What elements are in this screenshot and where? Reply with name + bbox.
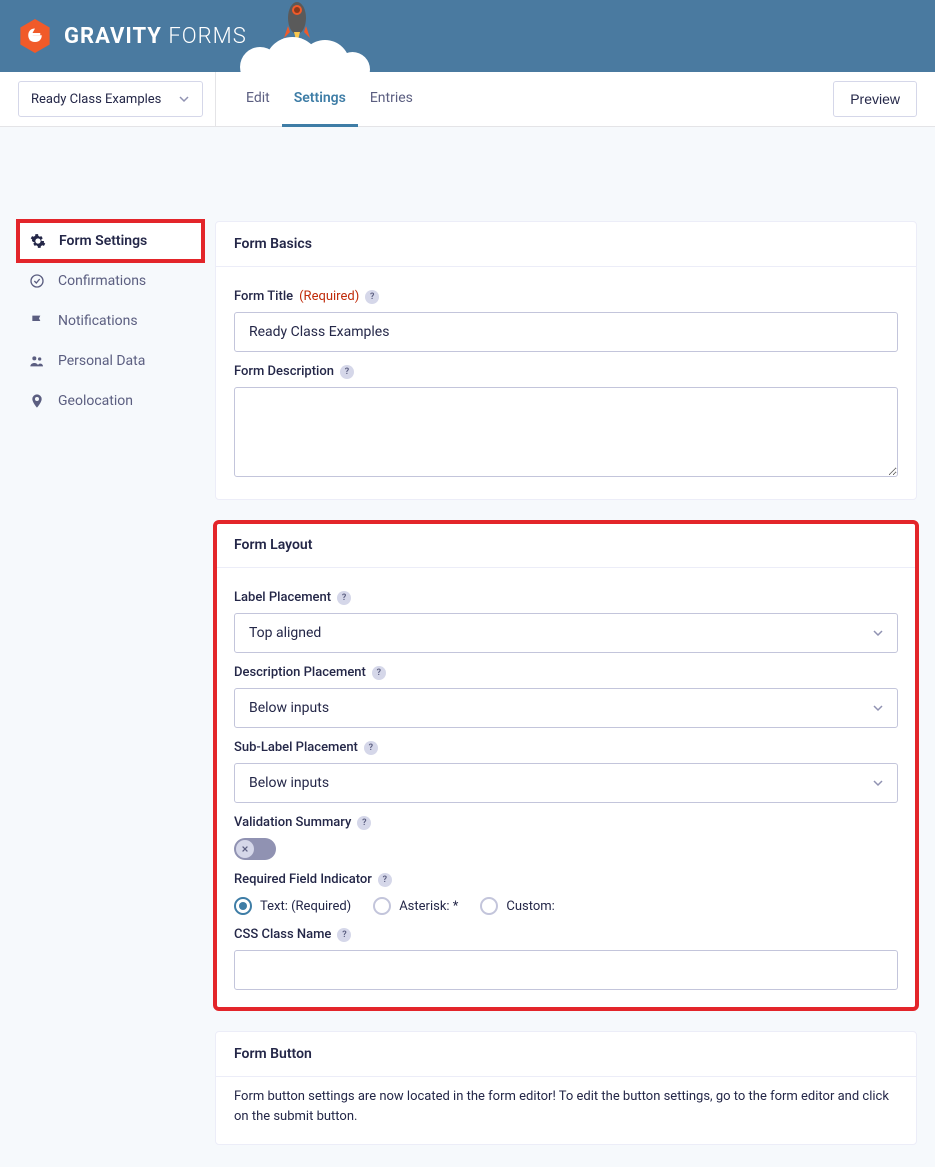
- gear-icon: [29, 232, 47, 250]
- brand-strong: GRAVITY: [64, 24, 162, 49]
- description-placement-label: Description Placement ?: [234, 665, 898, 680]
- panel-form-basics: Form Basics Form Title (Required) ? Form…: [215, 221, 917, 500]
- sidebar: Form Settings Confirmations Notification…: [18, 221, 203, 421]
- sidebar-label: Notifications: [58, 313, 138, 329]
- form-title-input[interactable]: [234, 312, 898, 352]
- help-icon[interactable]: ?: [365, 290, 379, 304]
- radio-icon: [480, 897, 498, 915]
- chevron-down-icon: [178, 93, 190, 105]
- radio-icon: [234, 897, 252, 915]
- topbar: GRAVITY FORMS: [0, 0, 935, 72]
- radio-icon: [373, 897, 391, 915]
- help-icon[interactable]: ?: [340, 365, 354, 379]
- location-pin-icon: [28, 392, 46, 410]
- main-content: Form Basics Form Title (Required) ? Form…: [203, 127, 917, 1167]
- toggle-knob: [236, 840, 254, 858]
- sidebar-item-notifications[interactable]: Notifications: [18, 301, 203, 341]
- brand-logo-icon: [18, 19, 52, 53]
- radio-label: Custom:: [506, 899, 554, 914]
- tabs: Edit Settings Entries: [234, 72, 425, 127]
- required-tag: (Required): [299, 289, 359, 304]
- panel-heading: Form Layout: [216, 523, 916, 568]
- help-icon[interactable]: ?: [378, 873, 392, 887]
- people-icon: [28, 352, 46, 370]
- panel-form-layout: Form Layout Label Placement ? Descriptio…: [215, 522, 917, 1009]
- label-placement-label: Label Placement ?: [234, 590, 898, 605]
- radio-asterisk[interactable]: Asterisk: *: [373, 897, 458, 915]
- help-icon[interactable]: ?: [364, 741, 378, 755]
- sidebar-item-form-settings[interactable]: Form Settings: [18, 221, 203, 261]
- subnav: Ready Class Examples Edit Settings Entri…: [0, 72, 935, 127]
- sidebar-item-personal-data[interactable]: Personal Data: [18, 341, 203, 381]
- help-icon[interactable]: ?: [372, 666, 386, 680]
- rocket-decoration: [235, 12, 355, 72]
- panel-form-button: Form Button Form button settings are now…: [215, 1031, 917, 1145]
- sidebar-label: Form Settings: [59, 233, 147, 249]
- panel-heading: Form Basics: [216, 222, 916, 267]
- form-title-label: Form Title (Required) ?: [234, 289, 898, 304]
- tab-settings[interactable]: Settings: [282, 72, 358, 127]
- form-selector-dropdown[interactable]: Ready Class Examples: [18, 81, 203, 117]
- help-icon[interactable]: ?: [357, 816, 371, 830]
- css-class-label: CSS Class Name ?: [234, 927, 898, 942]
- radio-label: Text: (Required): [260, 899, 351, 914]
- sublabel-placement-label: Sub-Label Placement ?: [234, 740, 898, 755]
- brand-text: GRAVITY FORMS: [64, 24, 247, 49]
- tab-entries[interactable]: Entries: [358, 72, 425, 127]
- flag-icon: [28, 312, 46, 330]
- tab-edit[interactable]: Edit: [234, 72, 282, 127]
- required-indicator-label: Required Field Indicator ?: [234, 872, 898, 887]
- label-placement-select[interactable]: [234, 613, 898, 653]
- help-icon[interactable]: ?: [337, 591, 351, 605]
- form-button-info-text: Form button settings are now located in …: [234, 1087, 898, 1126]
- check-circle-icon: [28, 272, 46, 290]
- divider: [215, 72, 216, 127]
- description-placement-select[interactable]: [234, 688, 898, 728]
- preview-button[interactable]: Preview: [833, 81, 917, 117]
- sidebar-item-confirmations[interactable]: Confirmations: [18, 261, 203, 301]
- form-selector-value: Ready Class Examples: [31, 92, 161, 107]
- validation-summary-toggle[interactable]: [234, 838, 276, 860]
- css-class-input[interactable]: [234, 950, 898, 990]
- help-icon[interactable]: ?: [337, 928, 351, 942]
- radio-text-required[interactable]: Text: (Required): [234, 897, 351, 915]
- sublabel-placement-select[interactable]: [234, 763, 898, 803]
- sidebar-item-geolocation[interactable]: Geolocation: [18, 381, 203, 421]
- panel-heading: Form Button: [216, 1032, 916, 1077]
- validation-summary-label: Validation Summary ?: [234, 815, 898, 830]
- form-description-label: Form Description ?: [234, 364, 898, 379]
- radio-custom[interactable]: Custom:: [480, 897, 554, 915]
- form-description-textarea[interactable]: [234, 387, 898, 477]
- sidebar-label: Confirmations: [58, 273, 146, 289]
- radio-label: Asterisk: *: [399, 899, 458, 914]
- close-icon: [241, 845, 249, 853]
- sidebar-label: Personal Data: [58, 353, 145, 369]
- sidebar-label: Geolocation: [58, 393, 133, 409]
